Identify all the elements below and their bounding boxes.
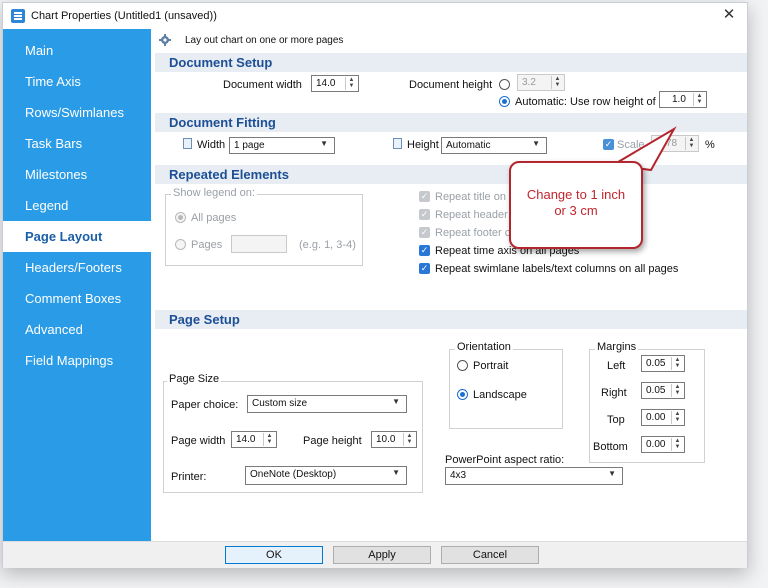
sidebar-item-comment-boxes[interactable]: Comment Boxes: [3, 283, 151, 314]
ok-button[interactable]: OK: [225, 546, 323, 564]
title-bar: Chart Properties (Untitled1 (unsaved)) ✕: [3, 3, 747, 29]
callout-arrow: [609, 126, 677, 172]
sidebar: Main Time Axis Rows/Swimlanes Task Bars …: [3, 29, 151, 541]
sidebar-item-time-axis[interactable]: Time Axis: [3, 66, 151, 97]
sidebar-item-advanced[interactable]: Advanced: [3, 314, 151, 345]
sidebar-item-legend[interactable]: Legend: [3, 190, 151, 221]
apply-button[interactable]: Apply: [333, 546, 431, 564]
button-bar: OK Apply Cancel: [3, 541, 747, 568]
close-icon[interactable]: ✕: [717, 5, 741, 25]
chart-properties-dialog: Chart Properties (Untitled1 (unsaved)) ✕…: [2, 2, 748, 568]
sidebar-item-rows-swimlanes[interactable]: Rows/Swimlanes: [3, 97, 151, 128]
callout-note: Change to 1 inch or 3 cm: [509, 161, 643, 249]
sidebar-item-field-mappings[interactable]: Field Mappings: [3, 345, 151, 376]
sidebar-item-headers-footers[interactable]: Headers/Footers: [3, 252, 151, 283]
sidebar-item-milestones[interactable]: Milestones: [3, 159, 151, 190]
sidebar-item-task-bars[interactable]: Task Bars: [3, 128, 151, 159]
sidebar-item-page-layout[interactable]: Page Layout: [3, 221, 151, 252]
callout-line1: Change to 1 inch: [526, 187, 626, 202]
callout-line2: or 3 cm: [554, 203, 598, 218]
cancel-button[interactable]: Cancel: [441, 546, 539, 564]
app-icon: [11, 9, 25, 23]
content-panel: Lay out chart on one or more pages Docum…: [151, 29, 747, 541]
window-title: Chart Properties (Untitled1 (unsaved)): [31, 10, 217, 22]
sidebar-item-main[interactable]: Main: [3, 35, 151, 66]
